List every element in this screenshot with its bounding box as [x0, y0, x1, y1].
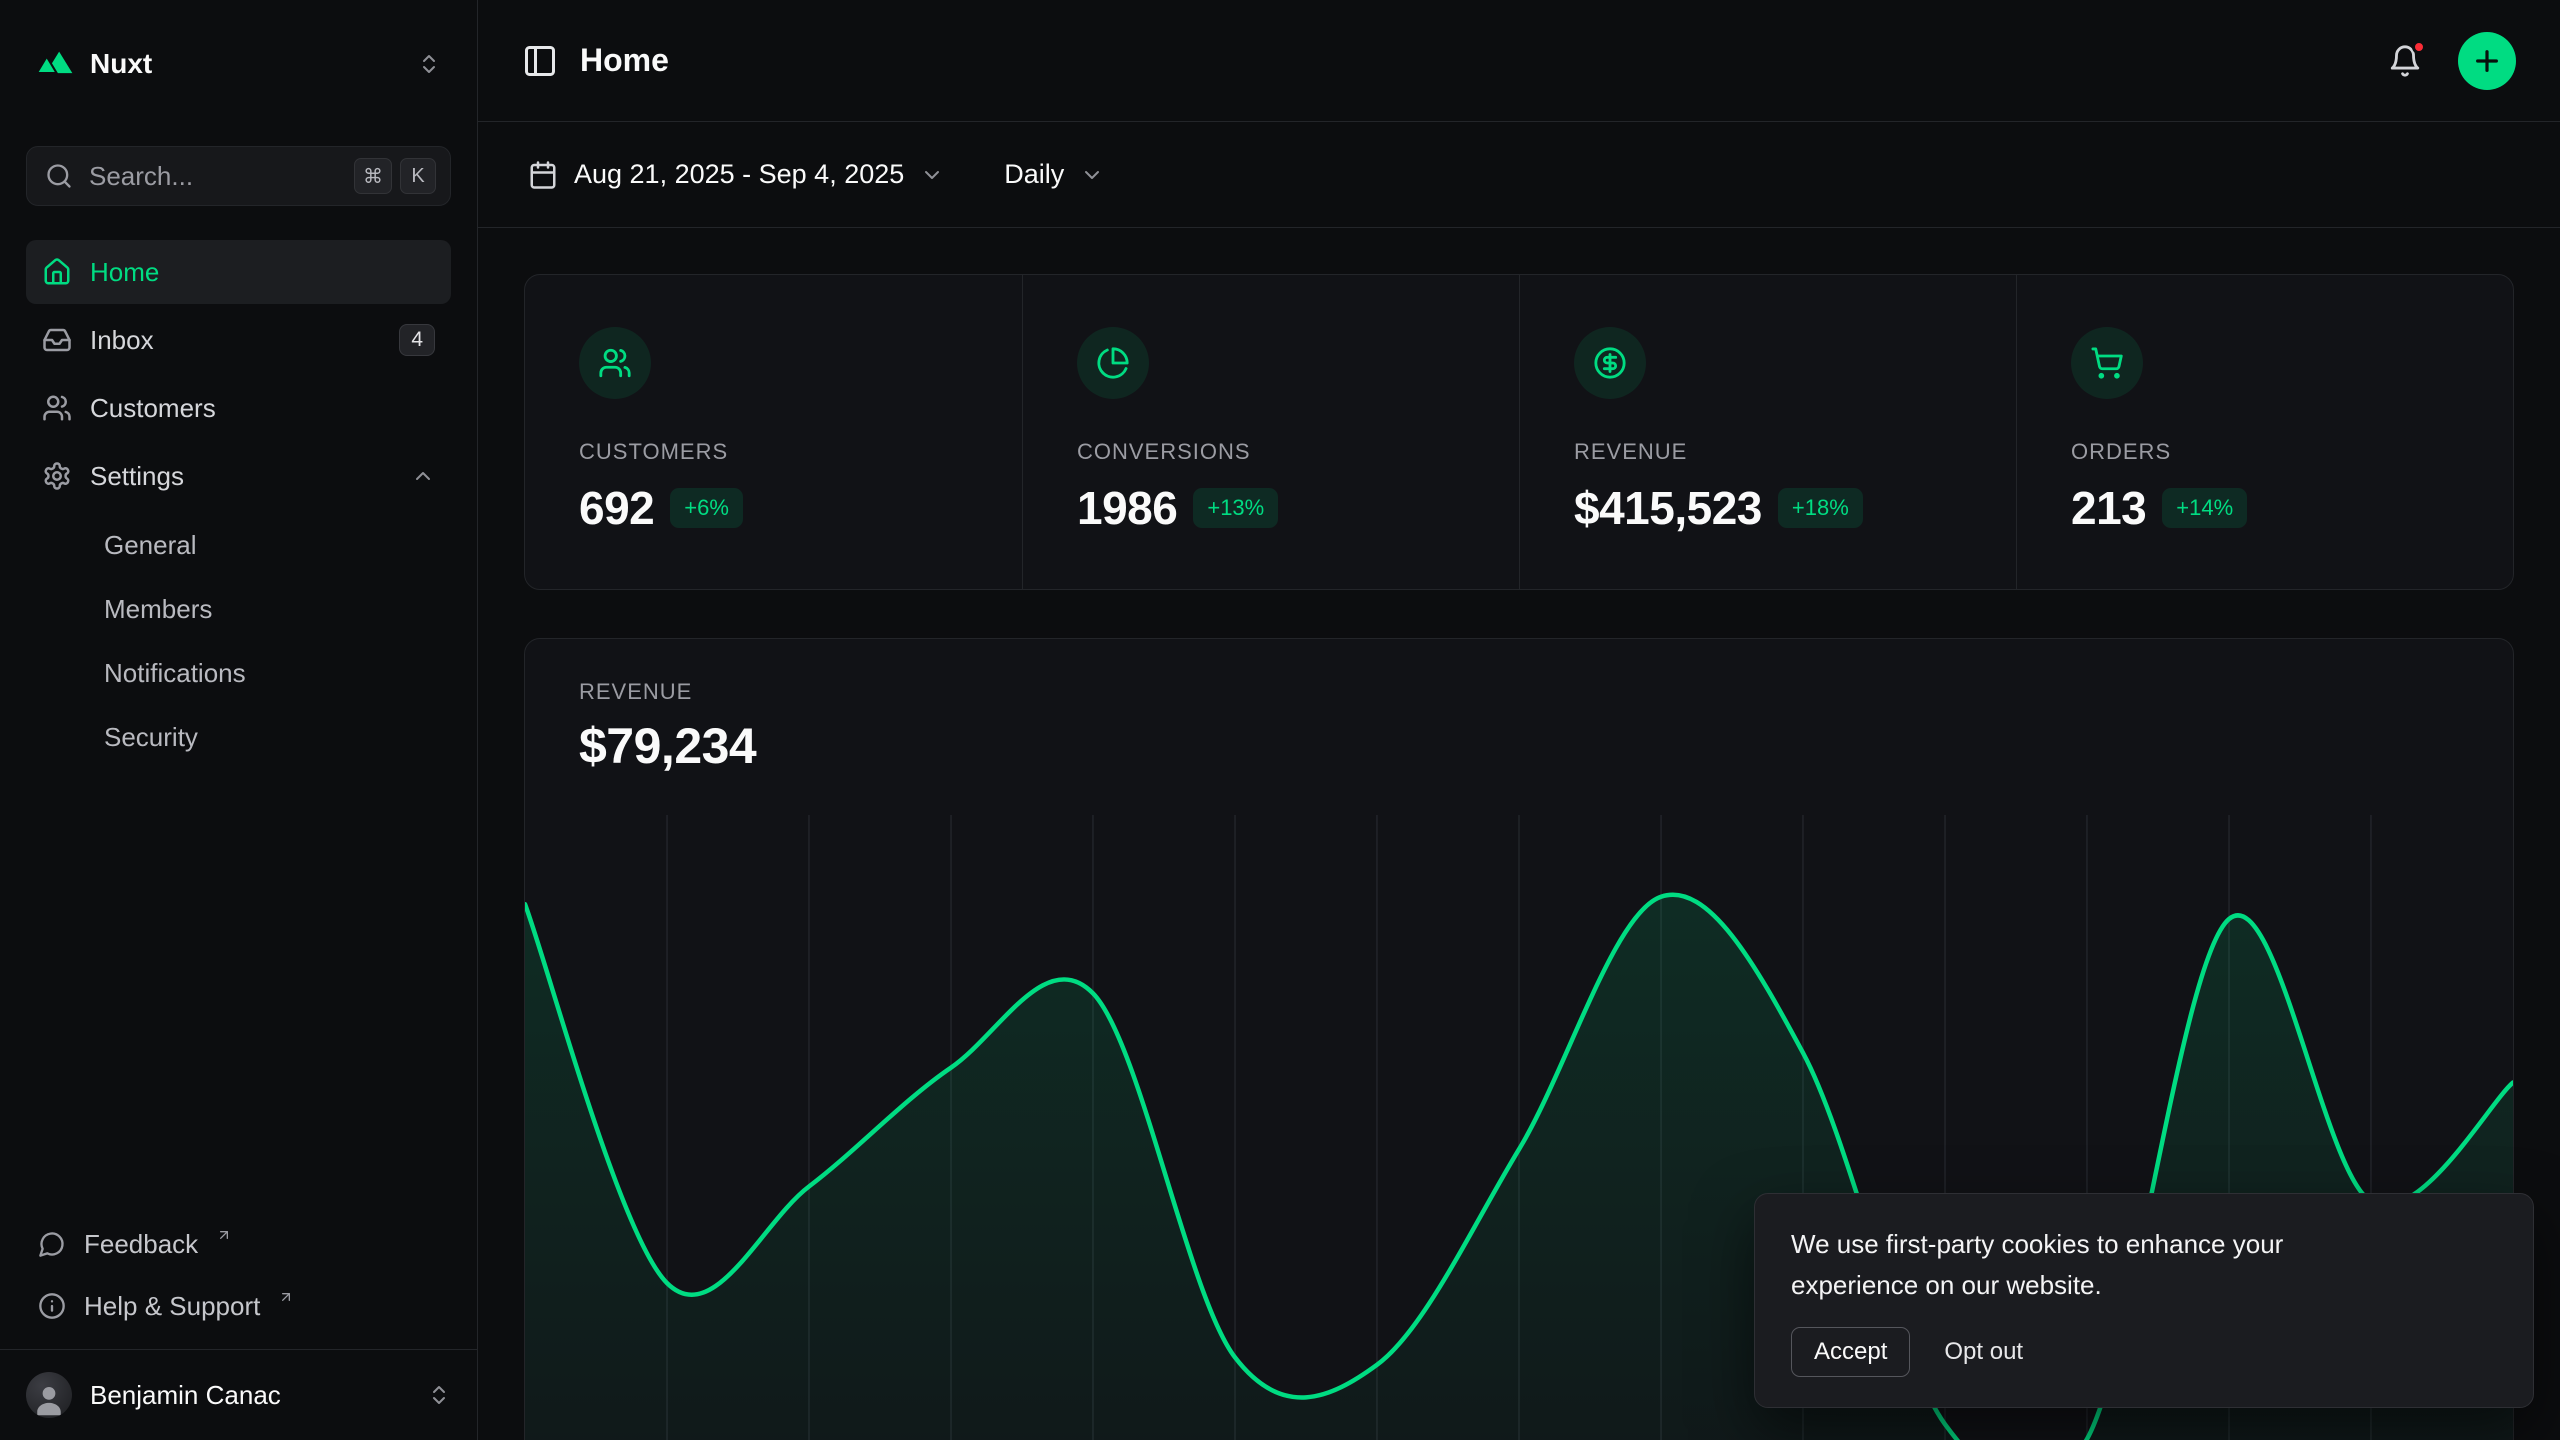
search-kbd-hints: ⌘ K — [354, 158, 436, 194]
subnav-label: Members — [104, 594, 212, 625]
stat-card-customers: CUSTOMERS 692 +6% — [525, 275, 1022, 589]
feedback-link[interactable]: Feedback — [26, 1215, 451, 1273]
filter-bar: Aug 21, 2025 - Sep 4, 2025 Daily — [478, 122, 2560, 228]
accept-button[interactable]: Accept — [1791, 1327, 1910, 1377]
shopping-cart-icon — [2071, 327, 2143, 399]
house-icon — [42, 257, 72, 287]
sidebar-item-customers[interactable]: Customers — [26, 376, 451, 440]
search-icon — [45, 162, 73, 190]
stat-value: 213 — [2071, 481, 2146, 535]
users-icon — [579, 327, 651, 399]
top-header: Home — [478, 0, 2560, 122]
stat-card-revenue: REVENUE $415,523 +18% — [1519, 275, 2016, 589]
search-input[interactable]: Search... ⌘ K — [26, 146, 451, 206]
chevrons-up-down-icon — [417, 52, 441, 76]
workspace-switcher[interactable]: Nuxt — [26, 36, 451, 92]
add-button[interactable] — [2458, 32, 2516, 90]
stat-delta-badge: +6% — [670, 488, 743, 528]
stat-card-orders: ORDERS 213 +14% — [2016, 275, 2513, 589]
footer-link-label: Feedback — [84, 1229, 198, 1260]
gear-icon — [42, 461, 72, 491]
brand-name: Nuxt — [90, 48, 152, 80]
sidebar-item-settings[interactable]: Settings — [26, 444, 451, 508]
stat-label: REVENUE — [1574, 439, 1962, 465]
sidebar-panel-icon[interactable] — [522, 43, 558, 79]
external-link-icon — [278, 1289, 294, 1305]
date-range-picker[interactable]: Aug 21, 2025 - Sep 4, 2025 — [522, 149, 950, 200]
circle-dollar-icon — [1574, 327, 1646, 399]
user-menu[interactable]: Benjamin Canac — [0, 1349, 477, 1440]
header-actions — [2382, 32, 2516, 90]
stat-label: ORDERS — [2071, 439, 2459, 465]
stat-value: $415,523 — [1574, 481, 1762, 535]
kbd-k: K — [400, 158, 436, 194]
page-title: Home — [580, 42, 669, 79]
sidebar-item-home[interactable]: Home — [26, 240, 451, 304]
stat-delta-badge: +14% — [2162, 488, 2247, 528]
message-bubble-icon — [38, 1230, 66, 1258]
avatar — [26, 1372, 72, 1418]
sidebar-item-label: Inbox — [90, 325, 154, 356]
settings-subnav: General Members Notifications Security — [26, 514, 451, 768]
calendar-icon — [528, 160, 558, 190]
opt-out-button[interactable]: Opt out — [1940, 1328, 2027, 1376]
stat-label: CUSTOMERS — [579, 439, 968, 465]
cookie-message: We use first-party cookies to enhance yo… — [1791, 1224, 2371, 1305]
chevron-down-icon — [1080, 163, 1104, 187]
cookie-consent-toast: We use first-party cookies to enhance yo… — [1754, 1193, 2534, 1408]
pie-chart-icon — [1077, 327, 1149, 399]
stat-value: 692 — [579, 481, 654, 535]
search-placeholder: Search... — [89, 161, 193, 192]
stat-delta-badge: +18% — [1778, 488, 1863, 528]
subnav-label: General — [104, 530, 197, 561]
external-link-icon — [216, 1227, 232, 1243]
stat-label: CONVERSIONS — [1077, 439, 1465, 465]
sidebar: Nuxt Search... ⌘ K Home Inbox 4 — [0, 0, 478, 1440]
date-range-label: Aug 21, 2025 - Sep 4, 2025 — [574, 159, 904, 190]
notifications-bell-button[interactable] — [2382, 38, 2428, 84]
sidebar-item-label: Customers — [90, 393, 216, 424]
help-support-link[interactable]: Help & Support — [26, 1277, 451, 1335]
sidebar-item-inbox[interactable]: Inbox 4 — [26, 308, 451, 372]
stat-value: 1986 — [1077, 481, 1177, 535]
subnav-label: Notifications — [104, 658, 246, 689]
notification-dot — [2412, 40, 2426, 54]
inbox-icon — [42, 325, 72, 355]
stats-grid: CUSTOMERS 692 +6% CONVERSIONS 1986 +13% — [524, 274, 2514, 590]
info-circle-icon — [38, 1292, 66, 1320]
revenue-card-label: REVENUE — [579, 679, 2459, 705]
footer-link-label: Help & Support — [84, 1291, 260, 1322]
cookie-actions: Accept Opt out — [1791, 1327, 2497, 1377]
granularity-select[interactable]: Daily — [998, 149, 1110, 200]
granularity-label: Daily — [1004, 159, 1064, 190]
chevron-up-icon — [411, 464, 435, 488]
chevron-down-icon — [920, 163, 944, 187]
sidebar-spacer — [26, 768, 451, 1215]
user-name: Benjamin Canac — [90, 1380, 281, 1411]
sidebar-item-notifications[interactable]: Notifications — [26, 642, 451, 704]
sidebar-nav: Home Inbox 4 Customers Settings Ge — [26, 240, 451, 768]
sidebar-item-security[interactable]: Security — [26, 706, 451, 768]
sidebar-item-label: Settings — [90, 461, 184, 492]
stat-delta-badge: +13% — [1193, 488, 1278, 528]
sidebar-item-label: Home — [90, 257, 159, 288]
stat-card-conversions: CONVERSIONS 1986 +13% — [1022, 275, 1519, 589]
revenue-card-value: $79,234 — [579, 717, 2459, 775]
sidebar-item-general[interactable]: General — [26, 514, 451, 576]
sidebar-item-members[interactable]: Members — [26, 578, 451, 640]
subnav-label: Security — [104, 722, 198, 753]
inbox-count-badge: 4 — [399, 324, 435, 356]
kbd-cmd: ⌘ — [354, 158, 392, 194]
users-icon — [42, 393, 72, 423]
nuxt-logo-icon — [36, 48, 74, 80]
chevrons-up-down-icon — [427, 1383, 451, 1407]
sidebar-footer-links: Feedback Help & Support — [26, 1215, 451, 1335]
